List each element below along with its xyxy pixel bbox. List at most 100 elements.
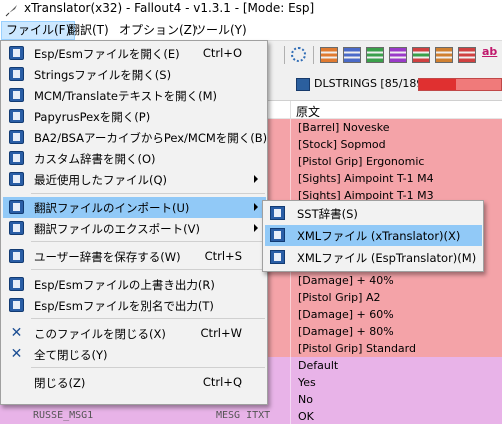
column-separator: [290, 289, 291, 306]
filter-purple-icon[interactable]: [389, 47, 407, 63]
row-source-text: OK: [298, 410, 314, 423]
submenu-item-label: XMLファイル (xTranslator)(X): [297, 229, 461, 243]
column-separator: [290, 408, 291, 424]
menu-item-label: Esp/Esmファイルの上書き出力(R): [34, 278, 215, 292]
menu-item-import-translation[interactable]: 翻訳ファイルのインポート(U): [3, 197, 266, 218]
strings-file-icon: [296, 78, 310, 91]
filter-tan-icon[interactable]: [435, 47, 453, 63]
submenu-item-xml-esptranslator[interactable]: XMLファイル (EspTranslator)(M): [265, 247, 482, 268]
menu-item-open-archive[interactable]: BA2/BSAアーカイブからPex/MCMを開く(B): [3, 127, 268, 148]
submenu-item-sst-dictionary[interactable]: SST辞書(S): [265, 203, 482, 224]
column-separator: [290, 136, 291, 153]
menu-item-close-all[interactable]: ✕ 全て閉じる(Y): [3, 344, 266, 365]
menu-item-open-pex[interactable]: PapyrusPexを開く(P): [3, 106, 266, 127]
menu-item-label: BA2/BSAアーカイブからPex/MCMを開く(B): [34, 131, 268, 145]
menu-item-overwrite-esp[interactable]: Esp/Esmファイルの上書き出力(R): [3, 274, 266, 295]
row-source-text: [Damage] + 40%: [298, 274, 394, 287]
menu-options[interactable]: オプション(Z): [115, 21, 201, 40]
submenu-item-label: SST辞書(S): [297, 207, 358, 221]
feather-pen-icon: [5, 5, 17, 17]
menu-separator: [31, 241, 265, 242]
dictionary-icon: [9, 151, 24, 165]
toolbar-separator: [284, 46, 285, 64]
column-separator: [290, 323, 291, 340]
import-icon: [9, 200, 24, 214]
menu-item-recent-files[interactable]: 最近使用したファイル(Q): [3, 169, 266, 190]
menu-separator: [31, 193, 265, 194]
strings-label[interactable]: DLSTRINGS [85/189]: [314, 77, 428, 90]
menu-item-shortcut: Ctrl+O: [202, 46, 242, 60]
menu-item-open-mcm[interactable]: MCM/Translateテキストを開く(M): [3, 85, 266, 106]
dictionary-icon: [270, 250, 285, 264]
row-type: MESG ITXT: [216, 410, 271, 421]
window-title: xTranslator(x32) - Fallout4 - v1.3.1 - […: [24, 1, 315, 15]
dictionary-icon: [270, 206, 285, 220]
close-icon: ✕: [10, 325, 23, 341]
row-source-text: [Pistol Grip] Ergonomic: [298, 155, 425, 168]
menu-item-shortcut: Ctrl+W: [200, 326, 242, 340]
menu-item-save-user-dictionary[interactable]: ユーザー辞書を保存する(W) Ctrl+S: [3, 246, 266, 267]
filter-blue-icon[interactable]: [343, 47, 361, 63]
menu-separator: [31, 367, 265, 368]
column-separator: [290, 357, 291, 374]
menu-item-label: ユーザー辞書を保存する(W): [34, 250, 181, 264]
menu-item-label: 全て閉じる(Y): [34, 348, 108, 362]
dictionary-icon: [270, 228, 285, 242]
title-bar: xTranslator(x32) - Fallout4 - v1.3.1 - […: [0, 0, 502, 20]
row-source-text: [Sights] Aimpoint T-1 M4: [298, 172, 434, 185]
menu-separator: [31, 318, 265, 319]
filter-green-icon[interactable]: [366, 47, 384, 63]
column-separator: [290, 119, 291, 136]
column-header-source[interactable]: 原文: [296, 103, 320, 120]
open-book-icon: [9, 88, 24, 102]
column-separator: [290, 306, 291, 323]
row-source-text: [Damage] + 80%: [298, 325, 394, 338]
menu-item-open-esp[interactable]: Esp/Esmファイルを開く(E) Ctrl+O: [3, 43, 266, 64]
spellcheck-icon[interactable]: ab: [482, 45, 497, 58]
menu-item-exit[interactable]: 閉じる(Z) Ctrl+Q: [3, 372, 266, 393]
open-book-icon: [9, 109, 24, 123]
import-submenu: SST辞書(S) XMLファイル (xTranslator)(X) XMLファイル …: [262, 200, 484, 272]
row-source-text: Default: [298, 359, 339, 372]
menu-item-label: Esp/Esmファイルを開く(E): [34, 47, 180, 61]
menu-item-shortcut: Ctrl+Q: [202, 375, 242, 389]
progress-fill: [419, 79, 456, 90]
menu-translate[interactable]: 翻訳(T): [64, 21, 113, 40]
column-separator: [290, 391, 291, 408]
row-source-text: [Barrel] Noveske: [298, 121, 390, 134]
menu-item-label: このファイルを閉じる(X): [34, 327, 166, 341]
open-book-icon: [9, 67, 24, 81]
menu-item-label: PapyrusPexを開く(P): [34, 110, 151, 124]
column-separator: [290, 272, 291, 289]
menu-item-shortcut: Ctrl+S: [204, 249, 242, 263]
menu-item-open-strings[interactable]: Stringsファイルを開く(S): [3, 64, 266, 85]
menu-item-close-file[interactable]: ✕ このファイルを閉じる(X) Ctrl+W: [3, 323, 266, 344]
close-all-icon: ✕: [10, 346, 23, 362]
row-source-text: No: [298, 393, 313, 406]
menu-item-export-translation[interactable]: 翻訳ファイルのエクスポート(V): [3, 218, 266, 239]
menu-item-save-esp-as[interactable]: Esp/Esmファイルを別名で出力(T): [3, 295, 266, 316]
file-menu: Esp/Esmファイルを開く(E) Ctrl+O Stringsファイルを開く(S)…: [0, 40, 268, 405]
row-source-text: [Damage] + 60%: [298, 308, 394, 321]
export-icon: [9, 221, 24, 235]
filter-orange-icon[interactable]: [320, 47, 338, 63]
submenu-arrow-icon: [254, 224, 258, 232]
submenu-item-xml-xtranslator[interactable]: XMLファイル (xTranslator)(X): [265, 225, 482, 246]
save-as-icon: [9, 298, 24, 312]
refresh-icon[interactable]: [291, 47, 306, 62]
menu-item-label: 翻訳ファイルのエクスポート(V): [34, 222, 200, 236]
filter-red-icon[interactable]: [458, 47, 476, 63]
save-icon: [9, 277, 24, 291]
column-separator: [290, 101, 291, 119]
table-row[interactable]: RUSSE_MSG1 MESG ITXT OK: [0, 408, 502, 424]
toolbar-separator: [313, 46, 314, 64]
menu-bar: ファイル(F) 翻訳(T) オプション(Z) ツール(Y): [0, 21, 502, 40]
menu-item-label: Esp/Esmファイルを別名で出力(T): [34, 299, 214, 313]
filter-mixed-icon[interactable]: [412, 47, 430, 63]
menu-item-label: MCM/Translateテキストを開く(M): [34, 89, 218, 103]
column-separator: [290, 153, 291, 170]
row-source-text: [Pistol Grip] Standard: [298, 342, 416, 355]
menu-tools[interactable]: ツール(Y): [190, 21, 251, 40]
submenu-arrow-icon: [254, 203, 258, 211]
menu-item-open-custom-dictionary[interactable]: カスタム辞書を開く(O): [3, 148, 266, 169]
